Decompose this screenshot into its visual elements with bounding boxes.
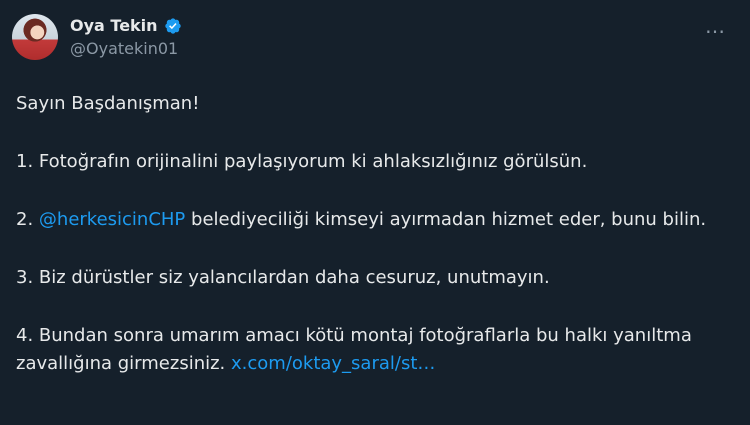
tweet-greeting: Sayın Başdanışman! <box>16 93 200 114</box>
more-options-icon[interactable]: … <box>705 16 726 36</box>
p2-text: belediyeciliği kimseyi ayırmadan hizmet … <box>185 209 707 230</box>
tweet-paragraph-1: 1. Fotoğrafın orijinalini paylaşıyorum k… <box>16 151 588 172</box>
author-avatar[interactable] <box>12 14 58 60</box>
tweet-paragraph-4: 4. Bundan sonra umarım amacı kötü montaj… <box>16 322 734 378</box>
author-names: Oya Tekin @Oyatekin01 <box>70 14 182 58</box>
tweet-paragraph-2: 2. @herkesicinCHP belediyeciliği kimseyi… <box>16 206 734 234</box>
author-display-name[interactable]: Oya Tekin <box>70 16 158 35</box>
author-handle[interactable]: @Oyatekin01 <box>70 39 182 58</box>
mention-link[interactable]: @herkesicinCHP <box>39 209 185 230</box>
tweet-body: Sayın Başdanışman! 1. Fotoğrafın orijina… <box>16 90 734 378</box>
tweet-header: Oya Tekin @Oyatekin01 <box>12 14 734 70</box>
tweet-paragraph-3: 3. Biz dürüstler siz yalancılardan daha … <box>16 267 550 288</box>
tweet-card: Oya Tekin @Oyatekin01 … Sayın Başdanışma… <box>0 0 750 425</box>
verified-badge-icon <box>164 17 181 34</box>
url-link[interactable]: x.com/oktay_saral/st… <box>231 353 435 374</box>
name-row: Oya Tekin <box>70 16 182 35</box>
p2-prefix: 2. <box>16 209 39 230</box>
